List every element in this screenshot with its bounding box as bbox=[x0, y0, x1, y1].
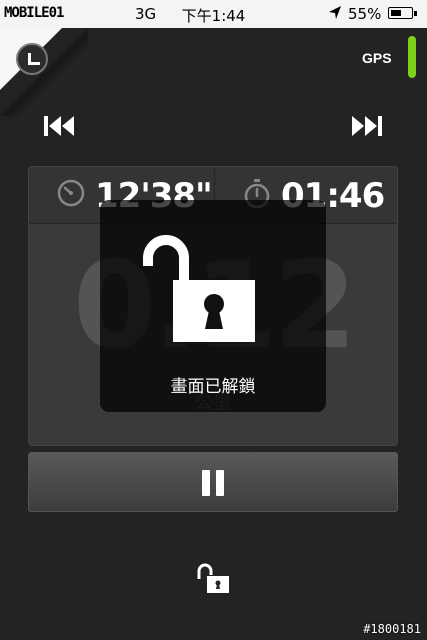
lock-screen-button[interactable] bbox=[16, 43, 48, 75]
next-track-icon bbox=[352, 116, 382, 136]
pause-button[interactable] bbox=[28, 452, 398, 512]
speedometer-icon bbox=[57, 179, 85, 212]
image-watermark: #1800181 bbox=[363, 622, 421, 636]
battery-percent: 55% bbox=[348, 5, 382, 23]
gps-signal-indicator bbox=[408, 36, 416, 78]
next-track-button[interactable] bbox=[348, 112, 384, 140]
gps-label: GPS bbox=[362, 50, 392, 66]
previous-track-icon bbox=[44, 116, 74, 136]
location-arrow-icon bbox=[328, 5, 342, 25]
battery-icon bbox=[388, 7, 417, 19]
previous-track-button[interactable] bbox=[42, 112, 78, 140]
screen-unlocked-overlay: 畫面已解鎖 bbox=[100, 200, 326, 412]
status-bar: MOBILE01 3G 下午1:44 55% bbox=[0, 0, 427, 28]
unlock-icon bbox=[143, 235, 255, 342]
page-curl-shadow bbox=[0, 28, 88, 116]
corner-lock-icon bbox=[28, 53, 40, 65]
unlock-message: 畫面已解鎖 bbox=[170, 377, 256, 397]
unlock-icon bbox=[197, 563, 229, 593]
unlock-button[interactable] bbox=[196, 561, 232, 597]
